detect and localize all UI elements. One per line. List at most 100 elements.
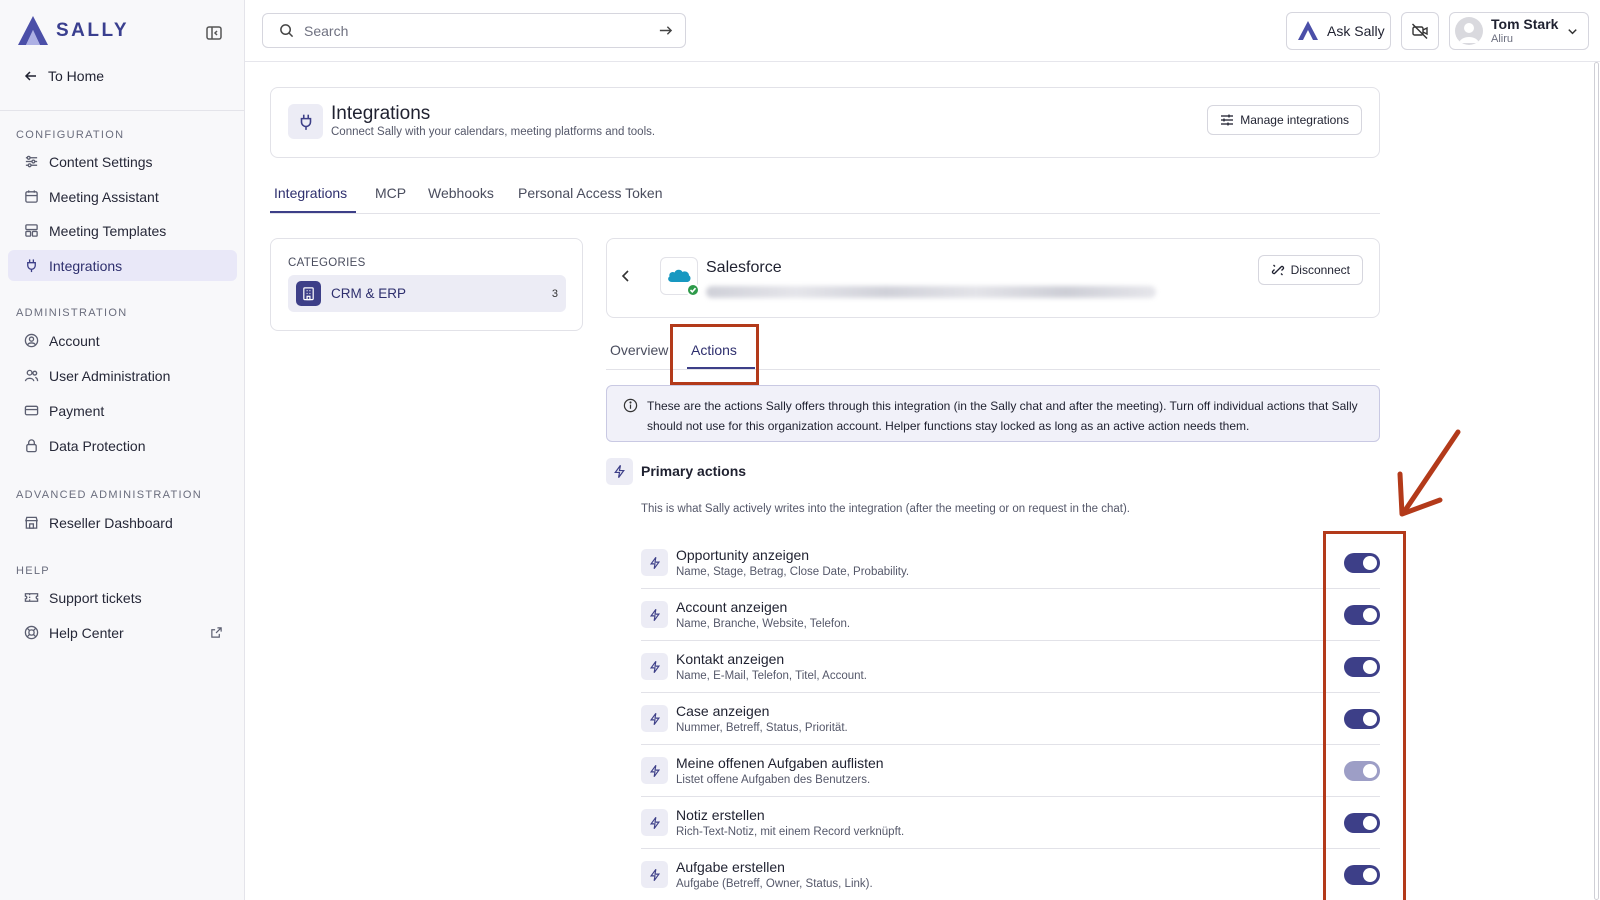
integration-tabs: Integrations MCP Webhooks Personal Acces… [270, 182, 1380, 214]
to-home-link[interactable]: To Home [24, 68, 104, 84]
sliders-icon [25, 155, 38, 168]
lightning-icon [641, 653, 668, 680]
lightning-icon [641, 705, 668, 732]
sidebar-item-label: Support tickets [49, 589, 142, 606]
action-row: Opportunity anzeigen Name, Stage, Betrag… [641, 537, 1380, 589]
actions-info-box: These are the actions Sally offers throu… [606, 385, 1380, 442]
tab-mcp[interactable]: MCP [375, 185, 406, 201]
lifebuoy-icon [24, 625, 39, 640]
sidebar-item-user-administration[interactable]: User Administration [8, 360, 237, 391]
disconnect-button[interactable]: Disconnect [1257, 255, 1363, 285]
disconnect-label: Disconnect [1290, 263, 1350, 277]
sidebar-item-meeting-templates[interactable]: Meeting Templates [8, 215, 237, 246]
arrow-left-icon [24, 71, 36, 81]
annotation-highlight-toggles [1323, 531, 1406, 900]
lightning-icon [641, 757, 668, 784]
action-description: Aufgabe (Betreff, Owner, Status, Link). [676, 878, 873, 890]
scrollbar[interactable] [1594, 62, 1599, 900]
lightning-icon [641, 601, 668, 628]
section-title-configuration: CONFIGURATION [16, 129, 125, 141]
tab-personal-access-token[interactable]: Personal Access Token [518, 185, 663, 201]
primary-actions-description: This is what Sally actively writes into … [641, 503, 1130, 515]
sidebar-item-label: Account [49, 332, 100, 349]
manage-integrations-button[interactable]: Manage integrations [1207, 105, 1362, 135]
sidebar-item-label: Help Center [49, 624, 124, 641]
sidebar-item-integrations[interactable]: Integrations [8, 250, 237, 281]
action-description: Listet offene Aufgaben des Benutzers. [676, 774, 871, 786]
action-title: Case anzeigen [676, 703, 770, 719]
ask-sally-label: Ask Sally [1327, 23, 1385, 39]
section-title-help: HELP [16, 565, 50, 577]
action-description: Rich-Text-Notiz, mit einem Record verknü… [676, 826, 905, 838]
sidebar-item-label: Meeting Assistant [49, 188, 159, 205]
annotation-arrow-icon [1397, 429, 1461, 517]
action-row: Aufgabe erstellen Aufgabe (Betreff, Owne… [641, 849, 1380, 900]
primary-actions-title: Primary actions [641, 463, 747, 479]
page-subtitle: Connect Sally with your calendars, meeti… [331, 126, 656, 138]
action-title: Aufgabe erstellen [676, 859, 785, 875]
calendar-icon [25, 190, 38, 203]
action-row: Kontakt anzeigen Name, E-Mail, Telefon, … [641, 641, 1380, 693]
sally-logo-icon [1298, 21, 1318, 40]
sidebar-item-label: Integrations [49, 257, 123, 274]
action-title: Opportunity anzeigen [676, 547, 810, 563]
categories-label: CATEGORIES [288, 257, 366, 269]
tab-webhooks[interactable]: Webhooks [428, 185, 494, 201]
action-description: Name, Stage, Betrag, Close Date, Probabi… [676, 566, 910, 578]
ticket-icon [24, 593, 39, 602]
page-title: Integrations [331, 103, 431, 124]
sidebar-item-data-protection[interactable]: Data Protection [8, 430, 237, 461]
chevron-left-icon[interactable] [617, 267, 635, 285]
category-crm-erp[interactable]: CRM & ERP 3 [288, 275, 566, 312]
sidebar-item-reseller-dashboard[interactable]: Reseller Dashboard [8, 507, 237, 538]
collapse-sidebar-icon[interactable] [204, 23, 224, 43]
info-text: These are the actions Sally offers throu… [647, 399, 1358, 433]
user-menu[interactable]: Tom Stark Aliru [1449, 12, 1589, 50]
active-tab-indicator [270, 211, 356, 213]
plug-icon [288, 104, 323, 139]
chevron-down-icon [1568, 29, 1577, 35]
categories-card: CATEGORIES CRM & ERP 3 [270, 238, 583, 331]
ask-sally-button[interactable]: Ask Sally [1286, 12, 1391, 50]
user-name: Tom Stark [1491, 16, 1559, 33]
tab-integrations[interactable]: Integrations [274, 185, 347, 201]
template-icon [25, 224, 38, 237]
user-org: Aliru [1491, 32, 1514, 45]
action-title: Kontakt anzeigen [676, 651, 785, 667]
annotation-highlight-actions-tab [670, 324, 759, 385]
action-row: Notiz erstellen Rich-Text-Notiz, mit ein… [641, 797, 1380, 849]
sally-logo[interactable]: SALLY [16, 14, 129, 48]
sidebar-item-payment[interactable]: Payment [8, 395, 237, 426]
action-row: Account anzeigen Name, Branche, Website,… [641, 589, 1380, 641]
sidebar-item-support-tickets[interactable]: Support tickets [8, 582, 237, 613]
camera-off-icon [1412, 23, 1428, 39]
action-description: Name, E-Mail, Telefon, Titel, Account. [676, 670, 867, 682]
search-input[interactable] [304, 22, 658, 39]
topbar: Ask Sally Tom Stark Aliru [245, 0, 1600, 62]
sidebar-item-help-center[interactable]: Help Center [8, 617, 237, 648]
salesforce-cloud-icon [668, 269, 691, 282]
integrations-header-card: Integrations Connect Sally with your cal… [270, 87, 1380, 158]
users-icon [24, 369, 39, 382]
lightning-icon [641, 809, 668, 836]
action-description: Name, Branche, Website, Telefon. [676, 618, 851, 630]
sidebar-item-account[interactable]: Account [8, 325, 237, 356]
lightning-icon [641, 549, 668, 576]
section-title-advanced-administration: ADVANCED ADMINISTRATION [16, 489, 202, 501]
sidebar-item-content-settings[interactable]: Content Settings [8, 146, 237, 177]
lightning-icon [606, 458, 633, 485]
sidebar-item-label: Meeting Templates [49, 222, 167, 239]
sally-logo-icon [18, 16, 48, 45]
manage-integrations-label: Manage integrations [1240, 113, 1349, 127]
plug-icon [27, 259, 36, 273]
building-icon [296, 281, 321, 306]
action-row: Meine offenen Aufgaben auflisten Listet … [641, 745, 1380, 797]
sidebar-item-meeting-assistant[interactable]: Meeting Assistant [8, 181, 237, 212]
sidebar-item-label: Reseller Dashboard [49, 514, 173, 531]
camera-off-button[interactable] [1401, 12, 1439, 50]
search-box[interactable] [262, 13, 686, 48]
tab-overview[interactable]: Overview [610, 342, 668, 358]
user-circle-icon [24, 333, 39, 348]
arrow-right-icon[interactable] [658, 23, 673, 38]
sidebar-divider [0, 110, 245, 111]
